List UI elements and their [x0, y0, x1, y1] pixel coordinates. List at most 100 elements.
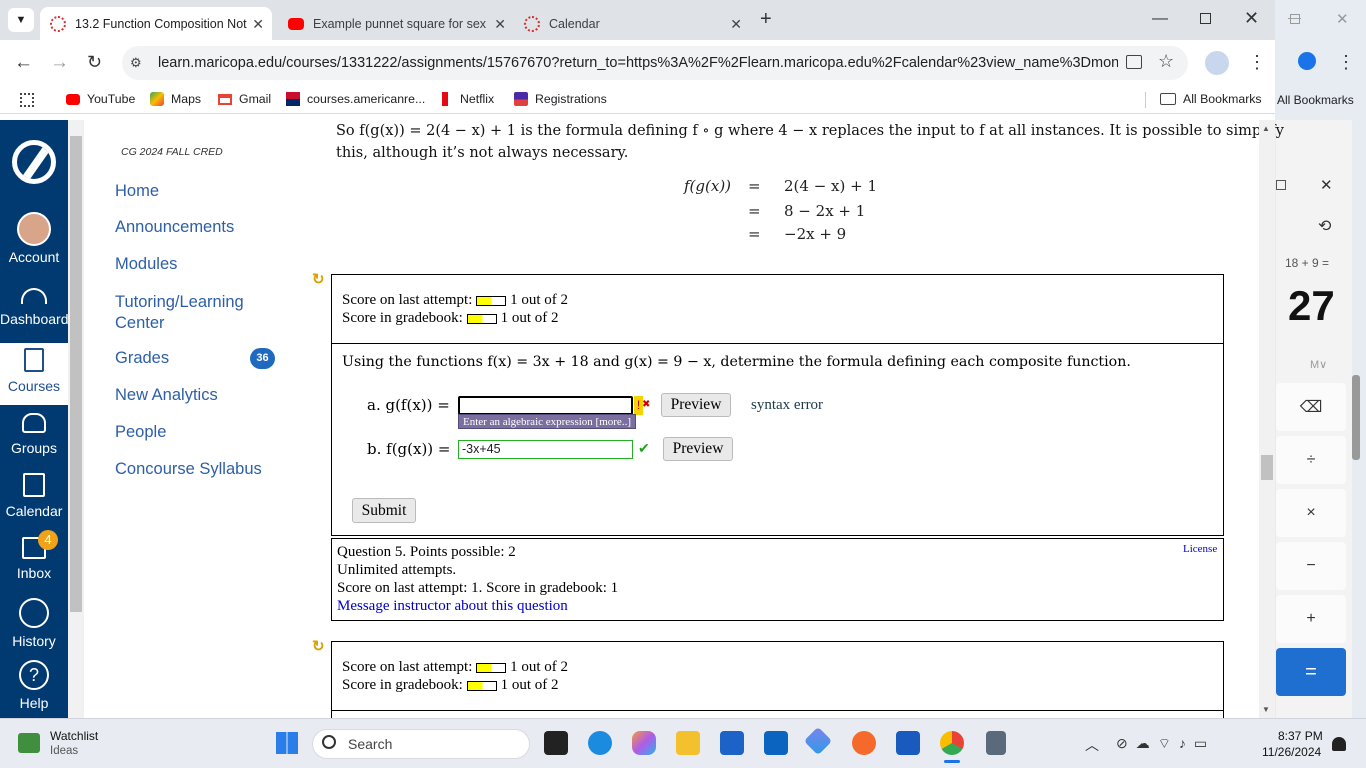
bookmark-star-icon[interactable]: ☆: [1158, 51, 1174, 72]
bookmark-youtube[interactable]: YouTube: [66, 92, 135, 106]
part-b-input[interactable]: -3x+45: [458, 440, 633, 459]
close-tab-icon[interactable]: ✕: [494, 16, 506, 33]
word-icon[interactable]: [896, 731, 920, 755]
calc-history-icon[interactable]: ⟲: [1318, 216, 1331, 236]
course-nav-home[interactable]: Home: [115, 182, 159, 201]
score-box: [331, 274, 1224, 344]
global-nav-courses[interactable]: Courses: [0, 348, 68, 394]
notification-bell-icon[interactable]: [1332, 737, 1346, 751]
chrome-icon[interactable]: [940, 731, 964, 755]
scroll-up-arrow-icon[interactable]: ▲: [1262, 124, 1270, 133]
youtube-favicon-icon: [288, 17, 304, 30]
license-link[interactable]: License: [1183, 543, 1217, 555]
scroll-down-arrow-icon[interactable]: ▼: [1262, 705, 1270, 714]
preview-button-a[interactable]: Preview: [661, 393, 731, 417]
global-nav-calendar[interactable]: Calendar: [0, 473, 68, 519]
outlook-icon[interactable]: [764, 731, 788, 755]
calc-equals-key[interactable]: =: [1276, 648, 1346, 696]
page-scrollbar-thumb[interactable]: [1261, 455, 1273, 480]
clock-date[interactable]: 11/26/2024: [1262, 745, 1321, 759]
tab-function-composition[interactable]: 13.2 Function Composition Not ✕: [40, 7, 272, 40]
derivation-eq-3: =: [748, 225, 761, 243]
calc-minus-key[interactable]: −: [1276, 542, 1346, 590]
bookmark-maps[interactable]: Maps: [150, 92, 201, 106]
forward-icon[interactable]: →: [50, 52, 69, 74]
preview-button-b[interactable]: Preview: [663, 437, 733, 461]
weather-icon[interactable]: [18, 733, 40, 753]
inbox-unread-badge: 4: [38, 530, 58, 550]
canvas-logo-icon[interactable]: [12, 140, 56, 184]
reload-icon[interactable]: ↻: [87, 52, 102, 73]
profile-avatar-icon[interactable]: [1205, 51, 1229, 75]
bookmark-americanre[interactable]: courses.americanre...: [286, 92, 425, 106]
maximize-icon[interactable]: [1200, 13, 1211, 24]
message-instructor-link[interactable]: Message instructor about this question: [337, 598, 568, 615]
calc-memory[interactable]: M∨: [1310, 358, 1327, 371]
course-nav-announcements[interactable]: Announcements: [115, 218, 234, 237]
bookmark-registrations[interactable]: Registrations: [514, 92, 607, 106]
minimize-icon[interactable]: —: [1152, 10, 1168, 28]
next-score-last-attempt: Score on last attempt: 1 out of 2: [342, 659, 569, 675]
course-nav-scrollbar-thumb[interactable]: [70, 136, 82, 612]
tab-calendar[interactable]: Calendar ✕: [514, 7, 750, 40]
calc-divide-key[interactable]: ÷: [1276, 436, 1346, 484]
all-bookmarks-button[interactable]: All Bookmarks: [1160, 92, 1262, 106]
tab-search-button[interactable]: ▼: [8, 8, 34, 32]
course-nav-modules[interactable]: Modules: [115, 255, 177, 274]
system-tray-icons[interactable]: ⊘☁︎⌔♪▭: [1116, 735, 1215, 753]
show-hidden-icons[interactable]: ︿: [1085, 735, 1099, 755]
install-app-icon[interactable]: [1126, 55, 1142, 69]
close-tab-icon[interactable]: ✕: [730, 16, 742, 33]
bookmark-gmail[interactable]: Gmail: [218, 92, 271, 106]
score-gradebook: Score in gradebook: 1 out of 2: [342, 310, 559, 326]
start-icon[interactable]: [276, 732, 298, 754]
menu-icon[interactable]: ⋮: [1248, 52, 1266, 73]
calc-multiply-key[interactable]: ×: [1276, 489, 1346, 537]
apps-grid-icon[interactable]: [20, 93, 34, 107]
site-info-icon[interactable]: ⚙: [130, 55, 142, 71]
calc-plus-key[interactable]: +: [1276, 595, 1346, 643]
file-explorer-icon[interactable]: [676, 731, 700, 755]
calc-maximize-icon[interactable]: [1276, 180, 1286, 190]
part-a-hint-tooltip[interactable]: Enter an algebraic expression [more..]: [458, 414, 636, 429]
task-view-icon[interactable]: [544, 731, 568, 755]
store-icon[interactable]: [720, 731, 744, 755]
back-icon[interactable]: ←: [14, 52, 33, 74]
global-nav-history[interactable]: History: [0, 598, 68, 649]
course-nav-new-analytics[interactable]: New Analytics: [115, 386, 218, 405]
derivation-lhs: f(g(x)): [684, 177, 732, 195]
submit-button[interactable]: Submit: [352, 498, 416, 523]
course-nav-people[interactable]: People: [115, 423, 166, 442]
course-nav-grades[interactable]: Grades: [115, 349, 169, 368]
edge-icon[interactable]: [588, 731, 612, 755]
global-nav-inbox[interactable]: Inbox: [0, 537, 68, 581]
taskbar-search-box[interactable]: [312, 729, 530, 759]
tab-punnet-square[interactable]: Example punnet square for sex ✕: [278, 7, 514, 40]
firefox-icon[interactable]: [852, 731, 876, 755]
new-tab-icon[interactable]: +: [760, 8, 772, 31]
calc-backspace-key[interactable]: ⌫: [1276, 383, 1346, 431]
course-nav-syllabus[interactable]: Concourse Syllabus: [115, 460, 262, 479]
calculator-icon[interactable]: [986, 731, 1006, 755]
global-nav-account[interactable]: Account: [0, 212, 68, 265]
calc-close-icon[interactable]: ✕: [1320, 176, 1333, 194]
global-nav-groups[interactable]: Groups: [0, 413, 68, 456]
global-nav-help[interactable]: ? Help: [0, 660, 68, 711]
help-icon: ?: [19, 660, 49, 690]
global-nav-dashboard[interactable]: Dashboard: [0, 288, 69, 327]
url-text[interactable]: learn.maricopa.edu/courses/1331222/assig…: [158, 55, 1118, 71]
gmail-icon: [218, 93, 232, 105]
retry-icon-2[interactable]: ↻: [312, 637, 325, 655]
clock-time[interactable]: 8:37 PM: [1278, 729, 1323, 743]
calc-scrollbar[interactable]: [1352, 375, 1360, 460]
part-a-input[interactable]: [458, 396, 633, 415]
courses-icon: [24, 348, 44, 372]
course-nav-tutoring[interactable]: Tutoring/Learning Center: [115, 292, 250, 334]
close-window-icon[interactable]: ✕: [1244, 8, 1259, 29]
copilot-icon[interactable]: [632, 731, 656, 755]
bookmark-netflix[interactable]: Netflix: [442, 92, 494, 106]
close-tab-icon[interactable]: ✕: [252, 16, 264, 33]
widget-title[interactable]: Watchlist: [50, 729, 98, 743]
retry-icon[interactable]: ↻: [312, 270, 325, 288]
page-scrollbar[interactable]: [1259, 120, 1275, 718]
